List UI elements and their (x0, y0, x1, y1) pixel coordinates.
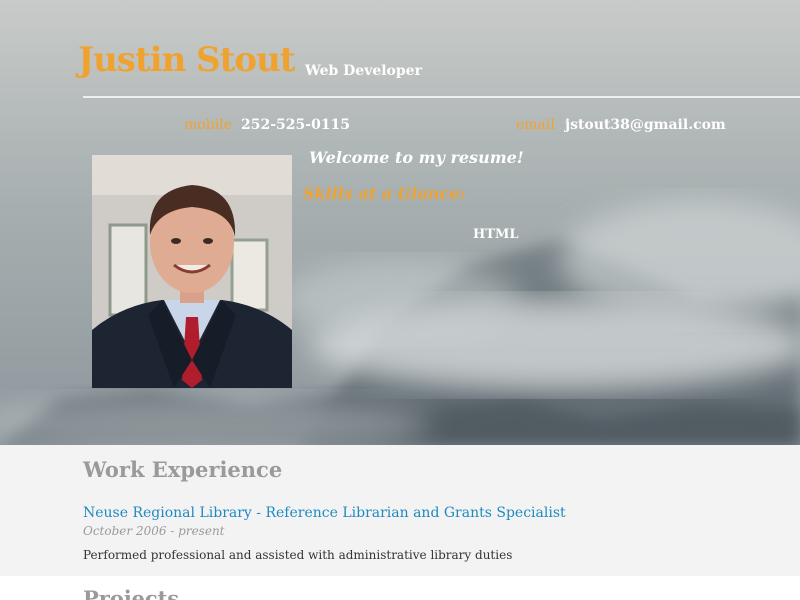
welcome-text: Welcome to my resume! (309, 148, 524, 167)
skills-heading: Skills at a Glance: (303, 184, 466, 203)
work-experience-heading: Work Experience (83, 457, 283, 482)
name-heading: Justin Stout (78, 40, 295, 80)
skill-item: HTML (473, 227, 519, 242)
role-subtitle: Web Developer (305, 63, 422, 79)
job-description: Performed professional and assisted with… (83, 548, 513, 562)
job-dates: October 2006 - present (83, 524, 225, 538)
work-experience-section: Work Experience Neuse Regional Library -… (0, 445, 800, 576)
mobile-value[interactable]: 252-525-0115 (241, 117, 350, 133)
job-title-link[interactable]: Neuse Regional Library - Reference Libra… (83, 505, 566, 521)
projects-heading: Projects (83, 586, 180, 600)
profile-photo (92, 155, 292, 388)
mobile-label: mobile (184, 117, 232, 133)
email-value[interactable]: jstout38@gmail.com (565, 117, 726, 133)
hero-header: Justin Stout Web Developer mobile 252-52… (0, 0, 800, 445)
email-label: email (516, 117, 555, 133)
header-divider (83, 96, 800, 98)
projects-section: Projects (0, 576, 800, 600)
